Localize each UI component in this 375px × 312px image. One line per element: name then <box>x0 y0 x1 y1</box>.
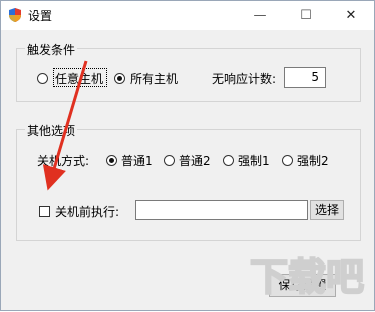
mode-force1-label[interactable]: 强制1 <box>238 152 270 169</box>
shield-app-icon <box>9 8 21 22</box>
pre-shutdown-command-input[interactable] <box>135 200 308 220</box>
maximize-button[interactable]: ☐ <box>283 1 329 30</box>
timeout-count-label: 无响应计数: <box>212 72 277 86</box>
mode-force1-radio[interactable] <box>223 155 234 166</box>
mode-normal1-radio[interactable] <box>106 155 117 166</box>
mode-normal2-label[interactable]: 普通2 <box>179 152 211 169</box>
mode-force2-radio[interactable] <box>282 155 293 166</box>
all-hosts-label[interactable]: 所有主机 <box>130 70 178 87</box>
settings-window: 设置 — ☐ ✕ 触发条件 任意主机 所有主机 无响应计数: 5 其他选项 关机… <box>0 0 375 311</box>
other-options-label: 其他选项 <box>25 122 78 139</box>
other-options-group: 其他选项 关机方式: 普通1 普通2 强制1 强制2 关机前执行: 选择 <box>16 122 361 241</box>
pre-shutdown-label[interactable]: 关机前执行: <box>55 203 119 220</box>
trigger-conditions-label: 触发条件 <box>25 41 78 58</box>
mode-normal2-radio[interactable] <box>164 155 175 166</box>
shutdown-mode-label: 关机方式: <box>37 154 90 168</box>
timeout-count-input[interactable]: 5 <box>284 67 326 88</box>
svg-text:下载吧: 下载吧 <box>250 255 364 299</box>
trigger-conditions-group: 触发条件 任意主机 所有主机 无响应计数: 5 <box>16 41 361 102</box>
title-bar: 设置 — ☐ ✕ <box>1 1 374 30</box>
mode-force2-label[interactable]: 强制2 <box>297 152 329 169</box>
focus-rect <box>53 68 107 87</box>
all-hosts-radio[interactable] <box>114 73 125 84</box>
watermark-logo-icon: 下载吧 <box>249 254 365 300</box>
browse-button[interactable]: 选择 <box>310 200 344 220</box>
mode-normal1-label[interactable]: 普通1 <box>121 152 153 169</box>
any-host-radio[interactable] <box>37 73 48 84</box>
window-title: 设置 <box>28 9 53 23</box>
minimize-button[interactable]: — <box>237 1 283 30</box>
close-button[interactable]: ✕ <box>328 1 374 30</box>
pre-shutdown-checkbox[interactable] <box>39 206 50 217</box>
